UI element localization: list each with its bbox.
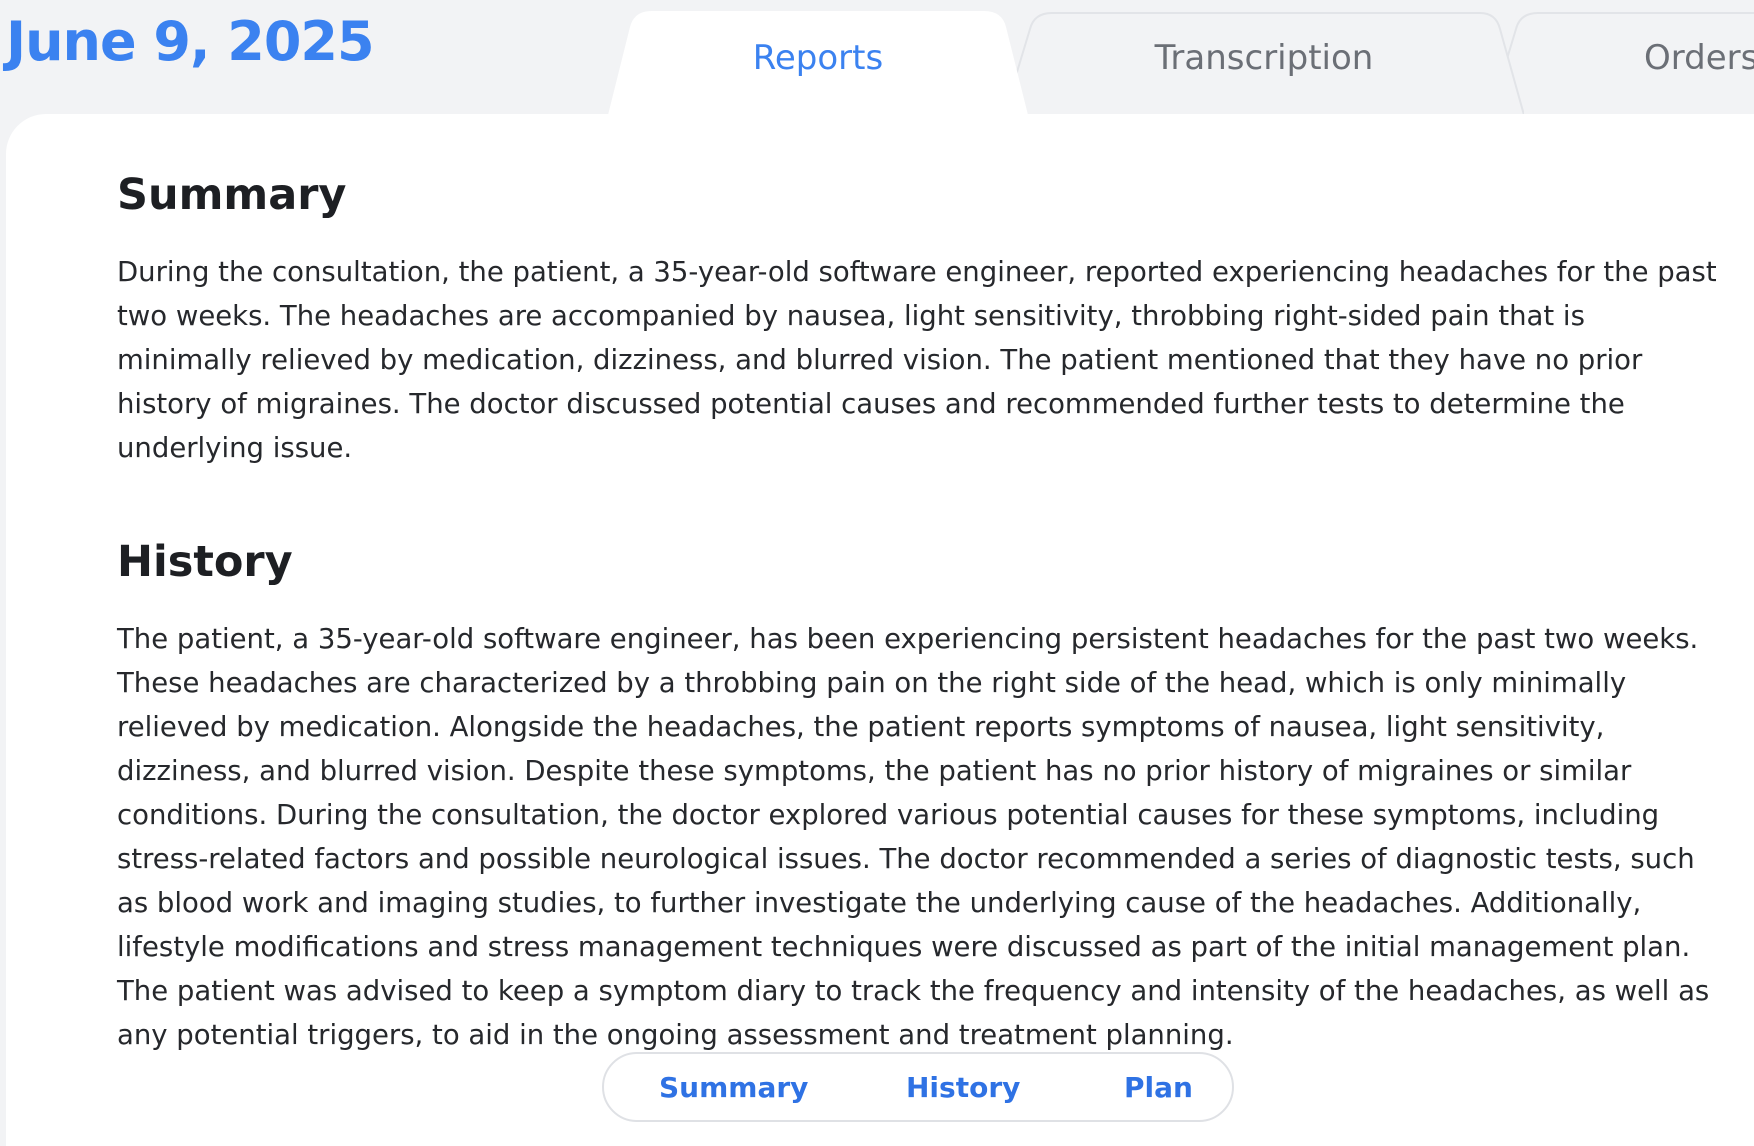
nav-summary-button[interactable]: Summary [659, 1054, 808, 1120]
summary-section-title: Summary [117, 170, 347, 220]
nav-plan-button[interactable]: Plan [1124, 1054, 1193, 1120]
summary-section-body: During the consultation, the patient, a … [117, 256, 1717, 464]
history-section-title: History [117, 537, 293, 587]
tab-orders-label: Orders [1644, 38, 1754, 78]
tab-orders[interactable]: Orders [1490, 11, 1754, 115]
nav-history-button[interactable]: History [906, 1054, 1020, 1120]
tab-reports-label: Reports [752, 38, 884, 78]
tab-transcription[interactable]: Transcription [1004, 11, 1524, 115]
app-page: June 9, 2025 Orders Transcription Report… [0, 0, 1754, 1146]
history-section-body: The patient, a 35-year-old software engi… [117, 623, 1710, 1051]
page-date-title: June 9, 2025 [6, 10, 375, 73]
section-nav-pill: Summary History Plan [602, 1052, 1234, 1122]
tab-transcription-label: Transcription [1154, 38, 1374, 78]
tab-reports[interactable]: Reports [608, 11, 1028, 115]
